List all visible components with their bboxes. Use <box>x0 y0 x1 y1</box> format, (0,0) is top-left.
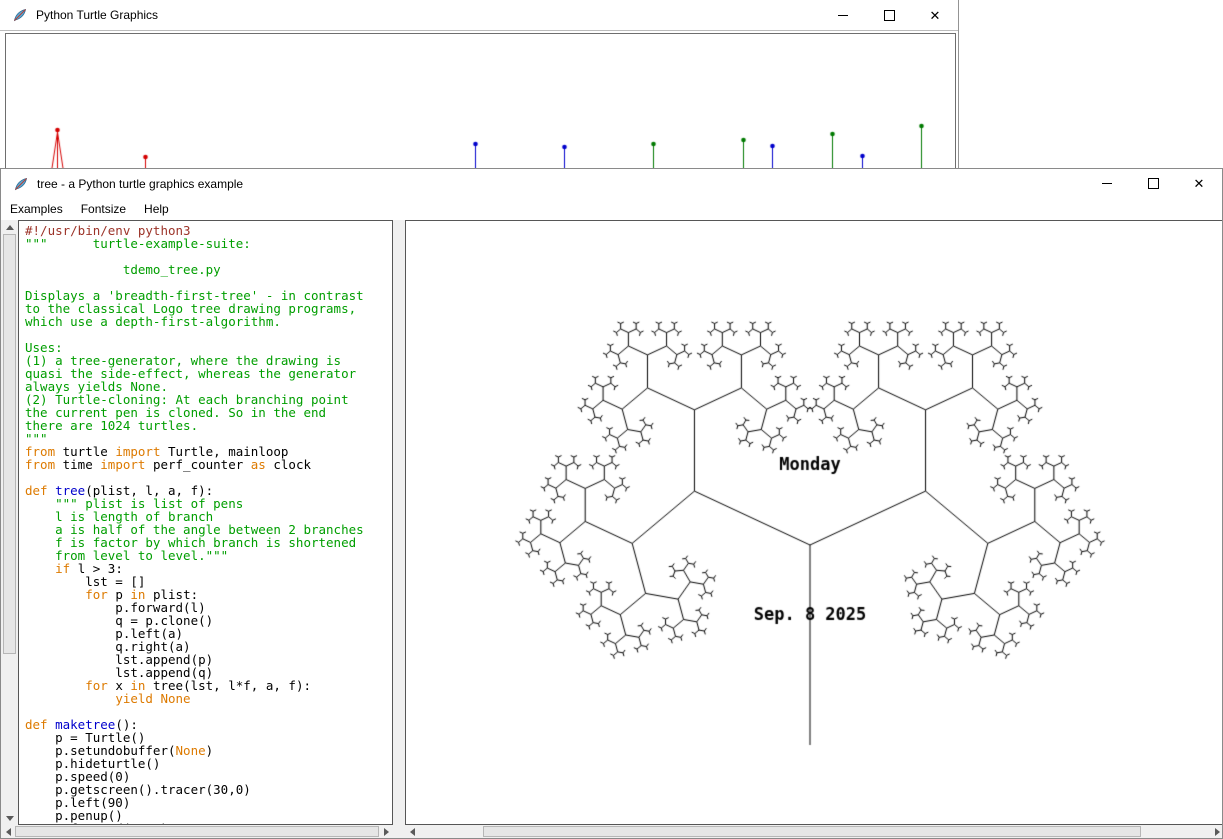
scroll-down-button[interactable] <box>1 811 18 825</box>
menu-bar: Examples Fontsize Help <box>1 198 1222 220</box>
front-maximize-button[interactable] <box>1130 169 1176 198</box>
code-line: from time import perf_counter as clock <box>25 458 392 471</box>
back-minimize-button[interactable] <box>820 0 866 30</box>
scroll-right-icon <box>384 828 389 836</box>
code-line: tdemo_tree.py <box>25 263 392 276</box>
front-close-button[interactable]: ✕ <box>1176 169 1222 198</box>
code-line <box>25 328 392 341</box>
front-window-title: tree - a Python turtle graphics example <box>37 177 243 191</box>
tree-canvas <box>406 221 1223 824</box>
back-titlebar[interactable]: Python Turtle Graphics ✕ <box>0 0 958 31</box>
canvas-hscrollbar-thumb[interactable] <box>483 826 1141 837</box>
scroll-up-icon <box>6 225 14 230</box>
scroll-left-button[interactable] <box>405 825 419 838</box>
scroll-left-button[interactable] <box>1 825 15 838</box>
front-caption-buttons: ✕ <box>1084 169 1222 198</box>
window-content: #!/usr/bin/env python3""" turtle-example… <box>1 220 1222 838</box>
code-line: """ turtle-example-suite: <box>25 237 392 250</box>
scroll-left-icon <box>6 828 11 836</box>
canvas-hscrollbar[interactable] <box>405 825 1223 838</box>
back-caption-buttons: ✕ <box>820 0 958 30</box>
scroll-down-icon <box>6 816 14 821</box>
code-line: which use a depth-first-algorithm. <box>25 315 392 328</box>
code-vscrollbar[interactable] <box>1 220 18 825</box>
code-vscrollbar-thumb[interactable] <box>3 234 16 654</box>
demo-canvas-pane <box>405 220 1223 825</box>
turtle-app-icon <box>13 176 29 192</box>
code-hscrollbar-thumb[interactable] <box>15 826 379 837</box>
menu-examples[interactable]: Examples <box>1 198 72 220</box>
back-window-title: Python Turtle Graphics <box>36 8 158 22</box>
front-window: tree - a Python turtle graphics example … <box>0 168 1223 839</box>
maximize-icon <box>1148 178 1159 189</box>
pane-sash[interactable] <box>393 220 405 838</box>
code-text[interactable]: #!/usr/bin/env python3""" turtle-example… <box>18 220 393 825</box>
minimize-icon <box>838 15 848 16</box>
back-turtle-screen <box>5 33 956 168</box>
desktop: Python Turtle Graphics ✕ tree - a Python… <box>0 0 1223 839</box>
back-maximize-button[interactable] <box>866 0 912 30</box>
scroll-right-button[interactable] <box>1210 825 1223 838</box>
menu-fontsize[interactable]: Fontsize <box>72 198 135 220</box>
front-minimize-button[interactable] <box>1084 169 1130 198</box>
close-icon: ✕ <box>930 9 941 22</box>
back-close-button[interactable]: ✕ <box>912 0 958 30</box>
code-hscrollbar[interactable] <box>1 825 393 838</box>
menu-help[interactable]: Help <box>135 198 178 220</box>
back-window: Python Turtle Graphics ✕ <box>0 0 959 168</box>
minimize-icon <box>1102 183 1112 184</box>
scroll-right-button[interactable] <box>379 825 393 838</box>
scroll-up-button[interactable] <box>1 220 18 234</box>
scroll-left-icon <box>410 828 415 836</box>
code-line: there are 1024 turtles. <box>25 419 392 432</box>
code-line: yield None <box>25 692 392 705</box>
turtle-screen-canvas <box>6 34 953 168</box>
scroll-right-icon <box>1215 828 1220 836</box>
maximize-icon <box>884 10 895 21</box>
close-icon: ✕ <box>1194 177 1205 190</box>
front-titlebar[interactable]: tree - a Python turtle graphics example … <box>1 169 1222 199</box>
turtle-app-icon <box>12 7 28 23</box>
